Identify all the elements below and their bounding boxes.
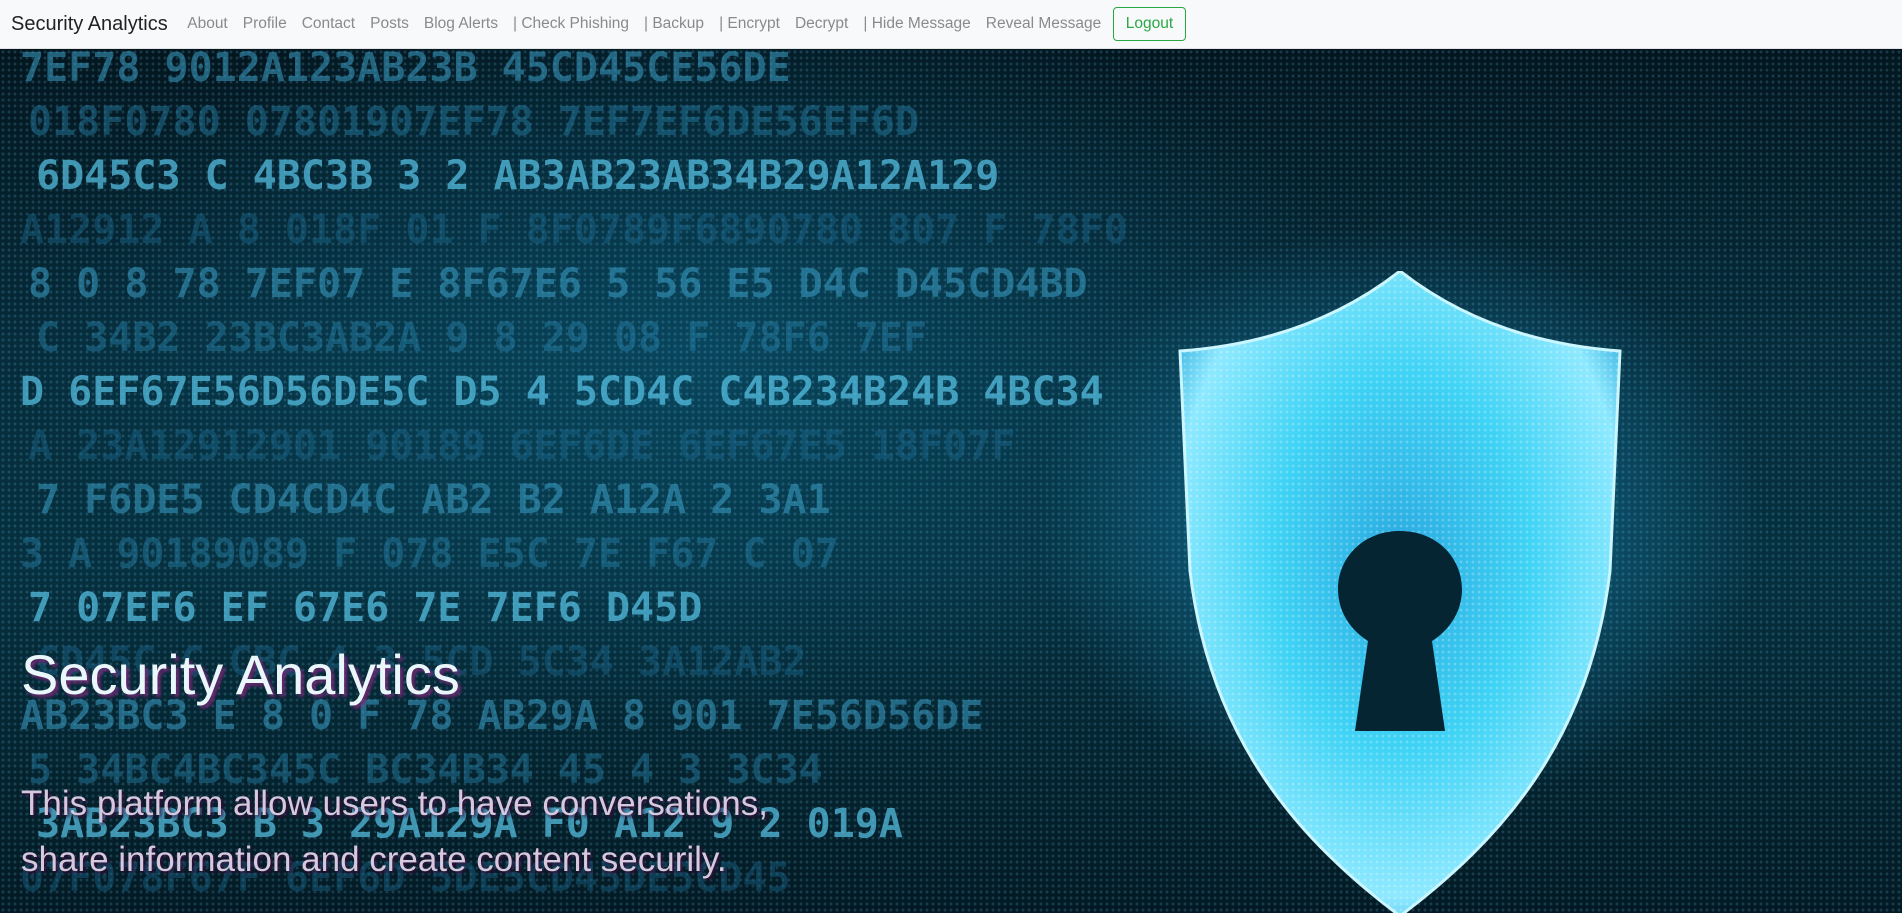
nav-link-check-phishing[interactable]: | Check Phishing — [505, 15, 636, 33]
hex-code-line: D 6EF67E56D56DE5C D5 4 5CD4C C4B234B24B … — [20, 369, 1104, 415]
hex-code-line: 6D45C3 C 4BC3B 3 2 AB3AB23AB34B29A12A129 — [36, 153, 999, 199]
hex-code-line: 3 A 90189089 F 078 E5C 7E F67 C 07 — [20, 531, 839, 577]
nav-link-hide-message[interactable]: | Hide Message — [856, 15, 978, 33]
nav-link-profile[interactable]: Profile — [235, 15, 294, 33]
shield-lock-icon — [1178, 271, 1622, 913]
navbar: Security Analytics About Profile Contact… — [0, 0, 1902, 49]
nav-link-posts[interactable]: Posts — [363, 15, 417, 33]
hex-code-line: 7 07EF6 EF 67E6 7E 7EF6 D45D — [28, 585, 702, 631]
hex-code-line: 7EF78 9012A123AB23B 45CD45CE56DE — [20, 49, 791, 91]
hex-code-line: 8 0 8 78 7EF07 E 8F67E6 5 56 E5 D4C D45C… — [28, 261, 1088, 307]
hero-subtitle: This platform allow users to have conver… — [21, 784, 768, 879]
nav-link-decrypt[interactable]: Decrypt — [787, 15, 855, 33]
nav-link-encrypt[interactable]: | Encrypt — [712, 15, 788, 33]
hex-code-line: 018F0780 07801907EF78 7EF7EF6DE56EF6D — [28, 99, 919, 145]
hex-code-line: C 34B2 23BC3AB2A 9 8 29 08 F 78F6 7EF — [36, 315, 927, 361]
brand-link[interactable]: Security Analytics — [11, 13, 168, 36]
nav-link-reveal-message[interactable]: Reveal Message — [978, 15, 1108, 33]
logout-button[interactable]: Logout — [1112, 7, 1187, 41]
hex-code-line: A 23A12912901 90189 6EF6DE 6EF67E5 18F07… — [28, 423, 1015, 469]
nav-link-blog-alerts[interactable]: Blog Alerts — [416, 15, 505, 33]
hero-title: Security Analytics — [21, 643, 460, 706]
nav-links: About Profile Contact Posts Blog Alerts … — [180, 7, 1187, 41]
hex-code-line: 7 F6DE5 CD4CD4C AB2 B2 A12A 2 3A1 — [36, 477, 831, 523]
nav-link-about[interactable]: About — [180, 15, 236, 33]
hero-banner: 7EF78 9012A123AB23B 45CD45CE56DE 018F0780… — [0, 49, 1902, 913]
nav-link-backup[interactable]: | Backup — [637, 15, 712, 33]
nav-link-contact[interactable]: Contact — [294, 15, 362, 33]
hex-code-line: A12912 A 8 018F 01 F 8F0789F6890780 807 … — [20, 207, 1128, 253]
